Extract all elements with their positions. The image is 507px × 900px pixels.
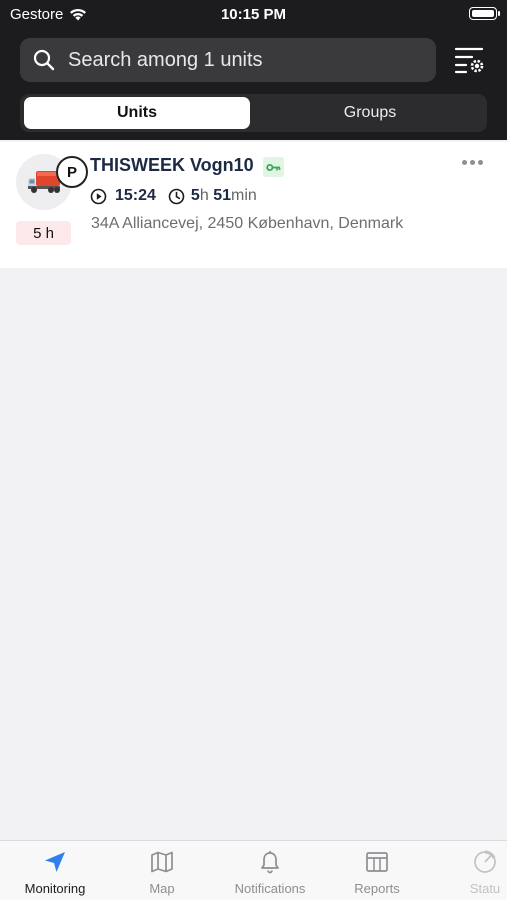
- state-duration: 5h 51min: [191, 187, 257, 205]
- search-input[interactable]: Search among 1 units: [20, 38, 436, 82]
- tab-label: Notifications: [234, 881, 306, 896]
- last-message-age-badge: 5 h: [16, 221, 71, 245]
- more-options-button[interactable]: [458, 152, 486, 172]
- tab-notifications[interactable]: Notifications: [220, 849, 320, 899]
- tab-label: Monitoring: [24, 881, 86, 896]
- unit-address: 34A Alliancevej, 2450 København, Denmark: [91, 215, 404, 232]
- search-placeholder: Search among 1 units: [68, 48, 263, 71]
- status-dial-icon: [472, 849, 498, 875]
- table-icon: [364, 849, 390, 875]
- play-circle-icon: [90, 188, 107, 204]
- clock: 10:15 PM: [220, 6, 287, 23]
- top-header: Gestore 10:15 PM Search among 1 units Un…: [0, 0, 507, 140]
- dot: [477, 159, 483, 165]
- battery-icon: [469, 7, 500, 20]
- unit-meta-row: 15:24 5h 51min: [90, 186, 257, 206]
- dot: [469, 159, 475, 165]
- tab-map[interactable]: Map: [112, 849, 212, 899]
- parking-state-badge: P: [56, 156, 88, 188]
- segmented-control: Units Groups: [20, 94, 487, 132]
- duration-hours-unit: h: [199, 187, 209, 204]
- duration-minutes-unit: min: [230, 187, 257, 204]
- map-icon: [149, 849, 175, 875]
- segment-groups[interactable]: Groups: [257, 97, 483, 129]
- tab-bar: Monitoring Map Notifications Reports Sta…: [0, 840, 507, 900]
- tab-label: Statu: [469, 881, 501, 896]
- tab-label: Reports: [354, 881, 400, 896]
- list-settings-button[interactable]: [452, 42, 488, 78]
- unit-list-item[interactable]: P 5 h THISWEEK Vogn10 15:24 5h 51min 34A…: [0, 142, 507, 268]
- tab-label: Map: [149, 881, 175, 896]
- segment-units[interactable]: Units: [24, 97, 250, 129]
- bell-icon: [257, 849, 283, 875]
- clock-icon: [168, 188, 185, 204]
- unit-name: THISWEEK Vogn10: [90, 155, 254, 175]
- list-settings-icon: [454, 47, 484, 74]
- tab-status[interactable]: Statu: [435, 849, 507, 899]
- status-bar: Gestore 10:15 PM: [0, 0, 507, 30]
- tab-reports[interactable]: Reports: [327, 849, 427, 899]
- key-icon: [263, 157, 284, 177]
- tab-monitoring[interactable]: Monitoring: [5, 849, 105, 899]
- duration-minutes: 51: [213, 187, 231, 204]
- last-message-time: 15:24: [115, 187, 156, 204]
- search-icon: [32, 48, 56, 72]
- dot: [461, 159, 467, 165]
- duration-hours: 5: [190, 187, 200, 204]
- navigation-arrow-icon: [42, 849, 68, 875]
